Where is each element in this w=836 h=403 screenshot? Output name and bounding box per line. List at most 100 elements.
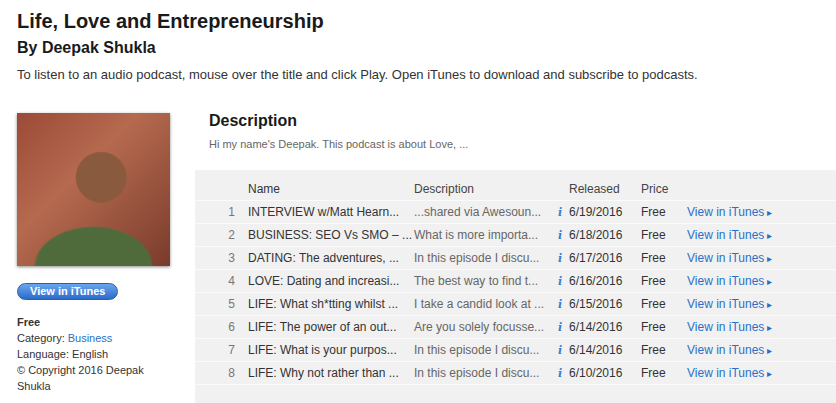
episode-number: 8 xyxy=(195,366,243,381)
link-cell: View in iTunes▸ xyxy=(687,320,836,335)
episode-name[interactable]: LIFE: Why not rather than ... xyxy=(243,366,409,381)
episode-description: I take a candid look at ... xyxy=(409,297,551,312)
release-date: 6/16/2016 xyxy=(569,274,641,289)
episode-price: Free xyxy=(641,297,687,312)
category-line: Category:Business xyxy=(17,330,170,346)
table-row[interactable]: 8LIFE: Why not rather than ...In this ep… xyxy=(195,362,836,385)
sidebar: View in iTunesFreeCategory:BusinessLangu… xyxy=(17,113,170,403)
podcast-cover xyxy=(17,113,170,266)
view-in-itunes-link[interactable]: View in iTunes▸ xyxy=(687,228,772,242)
episode-number: 2 xyxy=(195,228,243,243)
episode-price: Free xyxy=(641,274,687,289)
info-icon[interactable]: i xyxy=(551,205,569,220)
view-in-itunes-link[interactable]: View in iTunes▸ xyxy=(687,297,772,311)
copyright-line: © Copyright 2016 Deepak Shukla xyxy=(17,362,170,394)
episode-name[interactable]: DATING: The adventures, ... xyxy=(243,251,409,266)
episode-price: Free xyxy=(641,320,687,335)
link-text[interactable]: View in iTunes xyxy=(687,366,764,380)
episode-number: 5 xyxy=(195,297,243,312)
episode-table: NameDescriptionReleasedPrice1INTERVIEW w… xyxy=(195,170,836,403)
episode-name[interactable]: LOVE: Dating and increasi... xyxy=(243,274,409,289)
episode-description: The best way to find t... xyxy=(409,274,551,289)
link-text[interactable]: View in iTunes xyxy=(687,228,764,242)
info-icon[interactable]: i xyxy=(551,274,569,289)
release-date: 6/18/2016 xyxy=(569,228,641,243)
language-line: Language: English xyxy=(17,346,170,362)
release-date: 6/10/2016 xyxy=(569,366,641,381)
link-text[interactable]: View in iTunes xyxy=(687,274,764,288)
link-cell: View in iTunes▸ xyxy=(687,366,836,381)
price-label: Free xyxy=(17,314,170,330)
arrow-icon[interactable]: ▸ xyxy=(767,253,772,264)
episode-number: 3 xyxy=(195,251,243,266)
table-row[interactable]: 1INTERVIEW w/Matt Hearn......shared via … xyxy=(195,201,836,224)
category-link[interactable]: Business xyxy=(68,332,113,344)
main-area: View in iTunesFreeCategory:BusinessLangu… xyxy=(17,113,836,403)
arrow-icon[interactable]: ▸ xyxy=(767,230,772,241)
button-wrap: View in iTunes xyxy=(17,266,170,300)
view-in-itunes-link[interactable]: View in iTunes▸ xyxy=(687,251,772,265)
episode-price: Free xyxy=(641,205,687,220)
category-label: Category: xyxy=(17,332,65,344)
link-cell: View in iTunes▸ xyxy=(687,343,836,358)
episode-number: 1 xyxy=(195,205,243,220)
episode-description: In this episode I discu... xyxy=(409,366,551,381)
link-cell: View in iTunes▸ xyxy=(687,205,836,220)
info-icon[interactable]: i xyxy=(551,366,569,381)
arrow-icon[interactable]: ▸ xyxy=(767,368,772,379)
info-icon[interactable]: i xyxy=(551,251,569,266)
view-in-itunes-link[interactable]: View in iTunes▸ xyxy=(687,343,772,357)
podcast-header: Life, Love and Entrepreneurship By Deepak… xyxy=(17,8,836,84)
arrow-icon[interactable]: ▸ xyxy=(767,207,772,218)
episode-price: Free xyxy=(641,366,687,381)
link-cell: View in iTunes▸ xyxy=(687,228,836,243)
table-row[interactable]: 7LIFE: What is your purpos...In this epi… xyxy=(195,339,836,362)
view-in-itunes-link[interactable]: View in iTunes▸ xyxy=(687,320,772,334)
arrow-icon[interactable]: ▸ xyxy=(767,299,772,310)
instructions-text: To listen to an audio podcast, mouse ove… xyxy=(17,66,836,84)
podcast-author: By Deepak Shukla xyxy=(17,38,836,58)
episode-name[interactable]: BUSINESS: SEO Vs SMO – ... xyxy=(243,228,409,243)
episode-name[interactable]: LIFE: What is your purpos... xyxy=(243,343,409,358)
podcast-title: Life, Love and Entrepreneurship xyxy=(17,8,836,34)
episode-number: 6 xyxy=(195,320,243,335)
episode-name[interactable]: LIFE: What sh*tting whilst ... xyxy=(243,297,409,312)
table-header: NameDescriptionReleasedPrice xyxy=(195,178,836,201)
episode-description: In this episode I discu... xyxy=(409,343,551,358)
view-in-itunes-button[interactable]: View in iTunes xyxy=(17,283,118,300)
episode-number: 4 xyxy=(195,274,243,289)
info-icon[interactable]: i xyxy=(551,320,569,335)
episode-description: In this episode I discu... xyxy=(409,251,551,266)
link-text[interactable]: View in iTunes xyxy=(687,297,764,311)
table-row[interactable]: 4LOVE: Dating and increasi...The best wa… xyxy=(195,270,836,293)
link-text[interactable]: View in iTunes xyxy=(687,205,764,219)
view-in-itunes-link[interactable]: View in iTunes▸ xyxy=(687,205,772,219)
table-row[interactable]: 6LIFE: The power of an out...Are you sol… xyxy=(195,316,836,339)
episode-name[interactable]: INTERVIEW w/Matt Hearn... xyxy=(243,205,409,220)
episode-description: What is more importa... xyxy=(409,228,551,243)
link-text[interactable]: View in iTunes xyxy=(687,251,764,265)
column-header: Description xyxy=(409,182,569,197)
release-date: 6/15/2016 xyxy=(569,297,641,312)
table-row[interactable]: 5LIFE: What sh*tting whilst ...I take a … xyxy=(195,293,836,316)
arrow-icon[interactable]: ▸ xyxy=(767,345,772,356)
info-icon[interactable]: i xyxy=(551,343,569,358)
episode-name[interactable]: LIFE: The power of an out... xyxy=(243,320,409,335)
release-date: 6/19/2016 xyxy=(569,205,641,220)
release-date: 6/17/2016 xyxy=(569,251,641,266)
content: DescriptionHi my name's Deepak. This pod… xyxy=(195,113,836,403)
view-in-itunes-link[interactable]: View in iTunes▸ xyxy=(687,366,772,380)
release-date: 6/14/2016 xyxy=(569,320,641,335)
view-in-itunes-link[interactable]: View in iTunes▸ xyxy=(687,274,772,288)
link-text[interactable]: View in iTunes xyxy=(687,320,764,334)
link-cell: View in iTunes▸ xyxy=(687,251,836,266)
table-row[interactable]: 3DATING: The adventures, ...In this epis… xyxy=(195,247,836,270)
link-cell: View in iTunes▸ xyxy=(687,274,836,289)
description-heading: Description xyxy=(195,111,836,131)
table-row[interactable]: 2BUSINESS: SEO Vs SMO – ...What is more … xyxy=(195,224,836,247)
link-text[interactable]: View in iTunes xyxy=(687,343,764,357)
info-icon[interactable]: i xyxy=(551,297,569,312)
arrow-icon[interactable]: ▸ xyxy=(767,322,772,333)
arrow-icon[interactable]: ▸ xyxy=(767,276,772,287)
info-icon[interactable]: i xyxy=(551,228,569,243)
